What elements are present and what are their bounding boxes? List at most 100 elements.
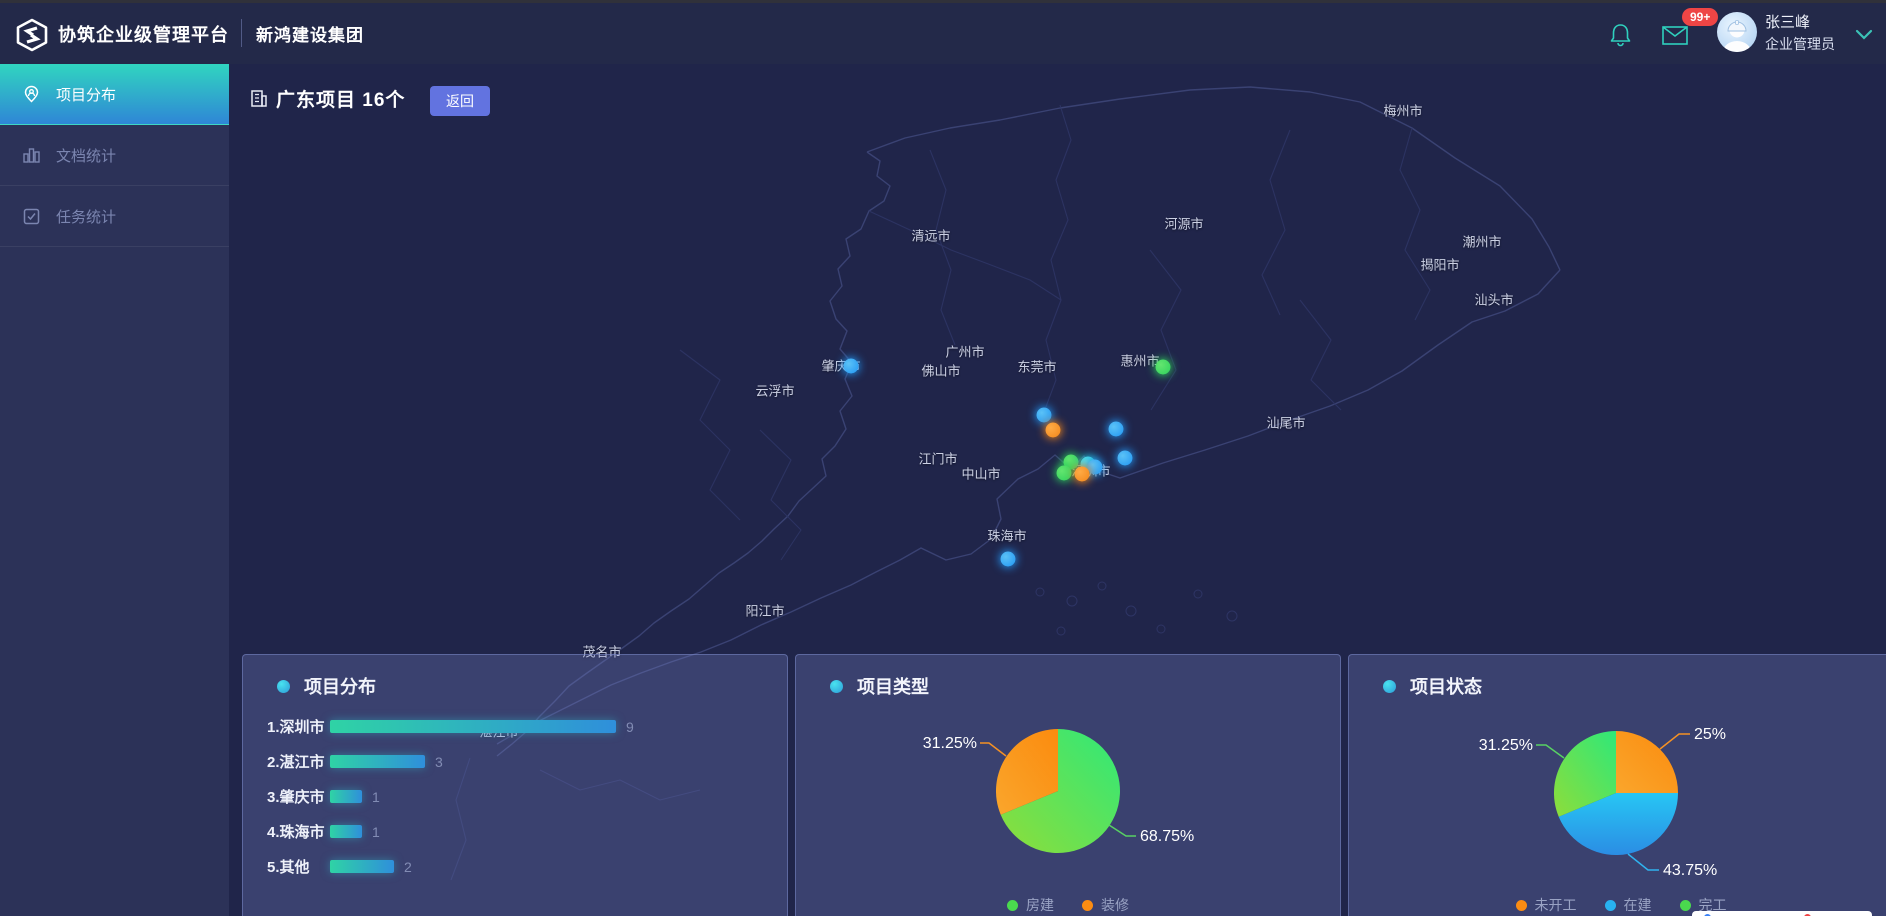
pie-pct-label: 31.25%: [923, 735, 977, 752]
pie-chart-project-type: 31.25% 68.75%: [796, 655, 1342, 916]
bar: [330, 790, 362, 803]
panel-title: 项目分布: [304, 673, 376, 699]
panel-title-row: 项目分布: [243, 655, 787, 699]
mail-count-badge: 99+: [1682, 8, 1718, 26]
map-city-label: 清远市: [911, 226, 950, 245]
task-list-icon: [22, 207, 41, 226]
bar: [330, 720, 616, 733]
legend-item[interactable]: 未开工: [1516, 895, 1577, 915]
sidebar-item-label: 任务统计: [56, 206, 116, 227]
legend-dot: [1516, 900, 1527, 911]
legend-item[interactable]: 装修: [1082, 895, 1129, 915]
pie-pct-label: 68.75%: [1140, 828, 1194, 845]
back-button[interactable]: 返回: [430, 86, 490, 116]
map-pin-icon: [22, 85, 41, 104]
project-dot-blue[interactable]: [1088, 460, 1103, 475]
panel-project-distribution: 项目分布 1.深圳市 9 2.湛江市 3 3.肇庆市 1 4.珠海市 1 5.其他 2: [242, 654, 788, 916]
pie-pct-label: 25%: [1694, 726, 1726, 743]
bar-value: 9: [626, 719, 634, 735]
project-dot-green[interactable]: [1057, 466, 1072, 481]
bar-value: 1: [372, 789, 380, 805]
window-top-strip: [0, 0, 1886, 3]
bar-category-label: 4.珠海市: [267, 821, 330, 842]
bar-category-label: 5.其他: [267, 856, 330, 877]
map-city-label: 河源市: [1164, 214, 1203, 233]
sidebar-item-3[interactable]: 任务统计: [0, 186, 229, 247]
bar-chart-row: 3.肇庆市 1: [267, 779, 777, 814]
bar-chart: 1.深圳市 9 2.湛江市 3 3.肇庆市 1 4.珠海市 1 5.其他 2: [267, 709, 777, 884]
project-dot-blue[interactable]: [1118, 451, 1133, 466]
map-city-label: 云浮市: [755, 381, 794, 400]
bar-chart-row: 2.湛江市 3: [267, 744, 777, 779]
project-dot-blue[interactable]: [1037, 408, 1052, 423]
tooltip-popup-cutoff: [1692, 911, 1872, 916]
bar: [330, 825, 362, 838]
bar-value: 1: [372, 824, 380, 840]
pie-pct-label: 31.25%: [1479, 737, 1533, 754]
header-divider: [241, 19, 242, 47]
bar-category-label: 1.深圳市: [267, 716, 330, 737]
panel-title-dot: [277, 680, 290, 693]
map-city-label: 潮州市: [1462, 232, 1501, 251]
map-city-label: 珠海市: [987, 526, 1026, 545]
dashboard-root: 协筑企业级管理平台 新鸿建设集团 99+ 张三峰 企业管理员 项目分布文档统计任…: [0, 0, 1886, 916]
legend-label: 未开工: [1535, 895, 1577, 915]
panel-project-type: 项目类型 31.25% 68.75% 房建装修: [795, 654, 1341, 916]
map-city-label: 江门市: [918, 449, 957, 468]
legend-dot: [1680, 900, 1691, 911]
map-header: 广东项目 16个: [249, 85, 405, 112]
sidebar-item-1[interactable]: 项目分布: [0, 64, 229, 125]
sidebar-item-label: 文档统计: [56, 145, 116, 166]
mail-icon[interactable]: [1662, 26, 1688, 45]
org-name: 新鸿建设集团: [256, 3, 364, 64]
sidebar-item-label: 项目分布: [56, 84, 116, 105]
bar-category-label: 3.肇庆市: [267, 786, 330, 807]
pie-slice-未开工[interactable]: [1616, 731, 1678, 793]
pie-legend: 房建 装修: [796, 895, 1340, 915]
bar-chart-row: 4.珠海市 1: [267, 814, 777, 849]
map-city-label: 梅州市: [1383, 101, 1422, 120]
bar-value: 2: [404, 859, 412, 875]
project-dot-blue[interactable]: [1109, 422, 1124, 437]
map-city-label: 中山市: [961, 464, 1000, 483]
map-city-label: 广州市: [945, 342, 984, 361]
bar: [330, 755, 425, 768]
bar: [330, 860, 394, 873]
user-name: 张三峰: [1765, 13, 1810, 32]
legend-item[interactable]: 在建: [1605, 895, 1652, 915]
map-city-label: 阳江市: [745, 601, 784, 620]
map-city-label: 汕头市: [1474, 290, 1513, 309]
pie-chart-project-status: 25% 43.75% 31.25%: [1349, 655, 1886, 916]
map-title: 广东项目 16个: [276, 85, 405, 112]
project-dot-blue[interactable]: [1001, 552, 1016, 567]
bar-chart-row: 5.其他 2: [267, 849, 777, 884]
bar-category-label: 2.湛江市: [267, 751, 330, 772]
sidebar-item-2[interactable]: 文档统计: [0, 125, 229, 186]
legend-dot: [1605, 900, 1616, 911]
project-dot-green[interactable]: [1156, 360, 1171, 375]
map-city-label: 揭阳市: [1420, 255, 1459, 274]
bar-chart-icon: [22, 146, 41, 165]
legend-item[interactable]: 房建: [1007, 895, 1054, 915]
app-header: 协筑企业级管理平台 新鸿建设集团 99+ 张三峰 企业管理员: [0, 3, 1886, 64]
project-dot-orange[interactable]: [1046, 423, 1061, 438]
map-city-label: 汕尾市: [1266, 413, 1305, 432]
project-dot-blue[interactable]: [844, 359, 859, 374]
app-title: 协筑企业级管理平台: [58, 3, 229, 64]
legend-dot: [1007, 900, 1018, 911]
building-icon: [249, 89, 268, 108]
bell-icon[interactable]: [1609, 22, 1632, 47]
legend-label: 在建: [1624, 895, 1652, 915]
map-city-label: 佛山市: [921, 361, 960, 380]
bar-value: 3: [435, 754, 443, 770]
chevron-down-icon[interactable]: [1855, 29, 1873, 41]
legend-label: 房建: [1026, 895, 1054, 915]
project-dot-orange[interactable]: [1075, 467, 1090, 482]
user-role: 企业管理员: [1765, 35, 1835, 53]
map-city-label: 惠州市: [1120, 351, 1159, 370]
panel-project-status: 项目状态 25% 43.75% 31.25% 未开工在建完工: [1348, 654, 1886, 916]
avatar[interactable]: [1717, 12, 1757, 52]
app-logo-icon: [15, 18, 49, 52]
pie-pct-label: 43.75%: [1663, 862, 1717, 879]
map-city-label: 东莞市: [1017, 357, 1056, 376]
